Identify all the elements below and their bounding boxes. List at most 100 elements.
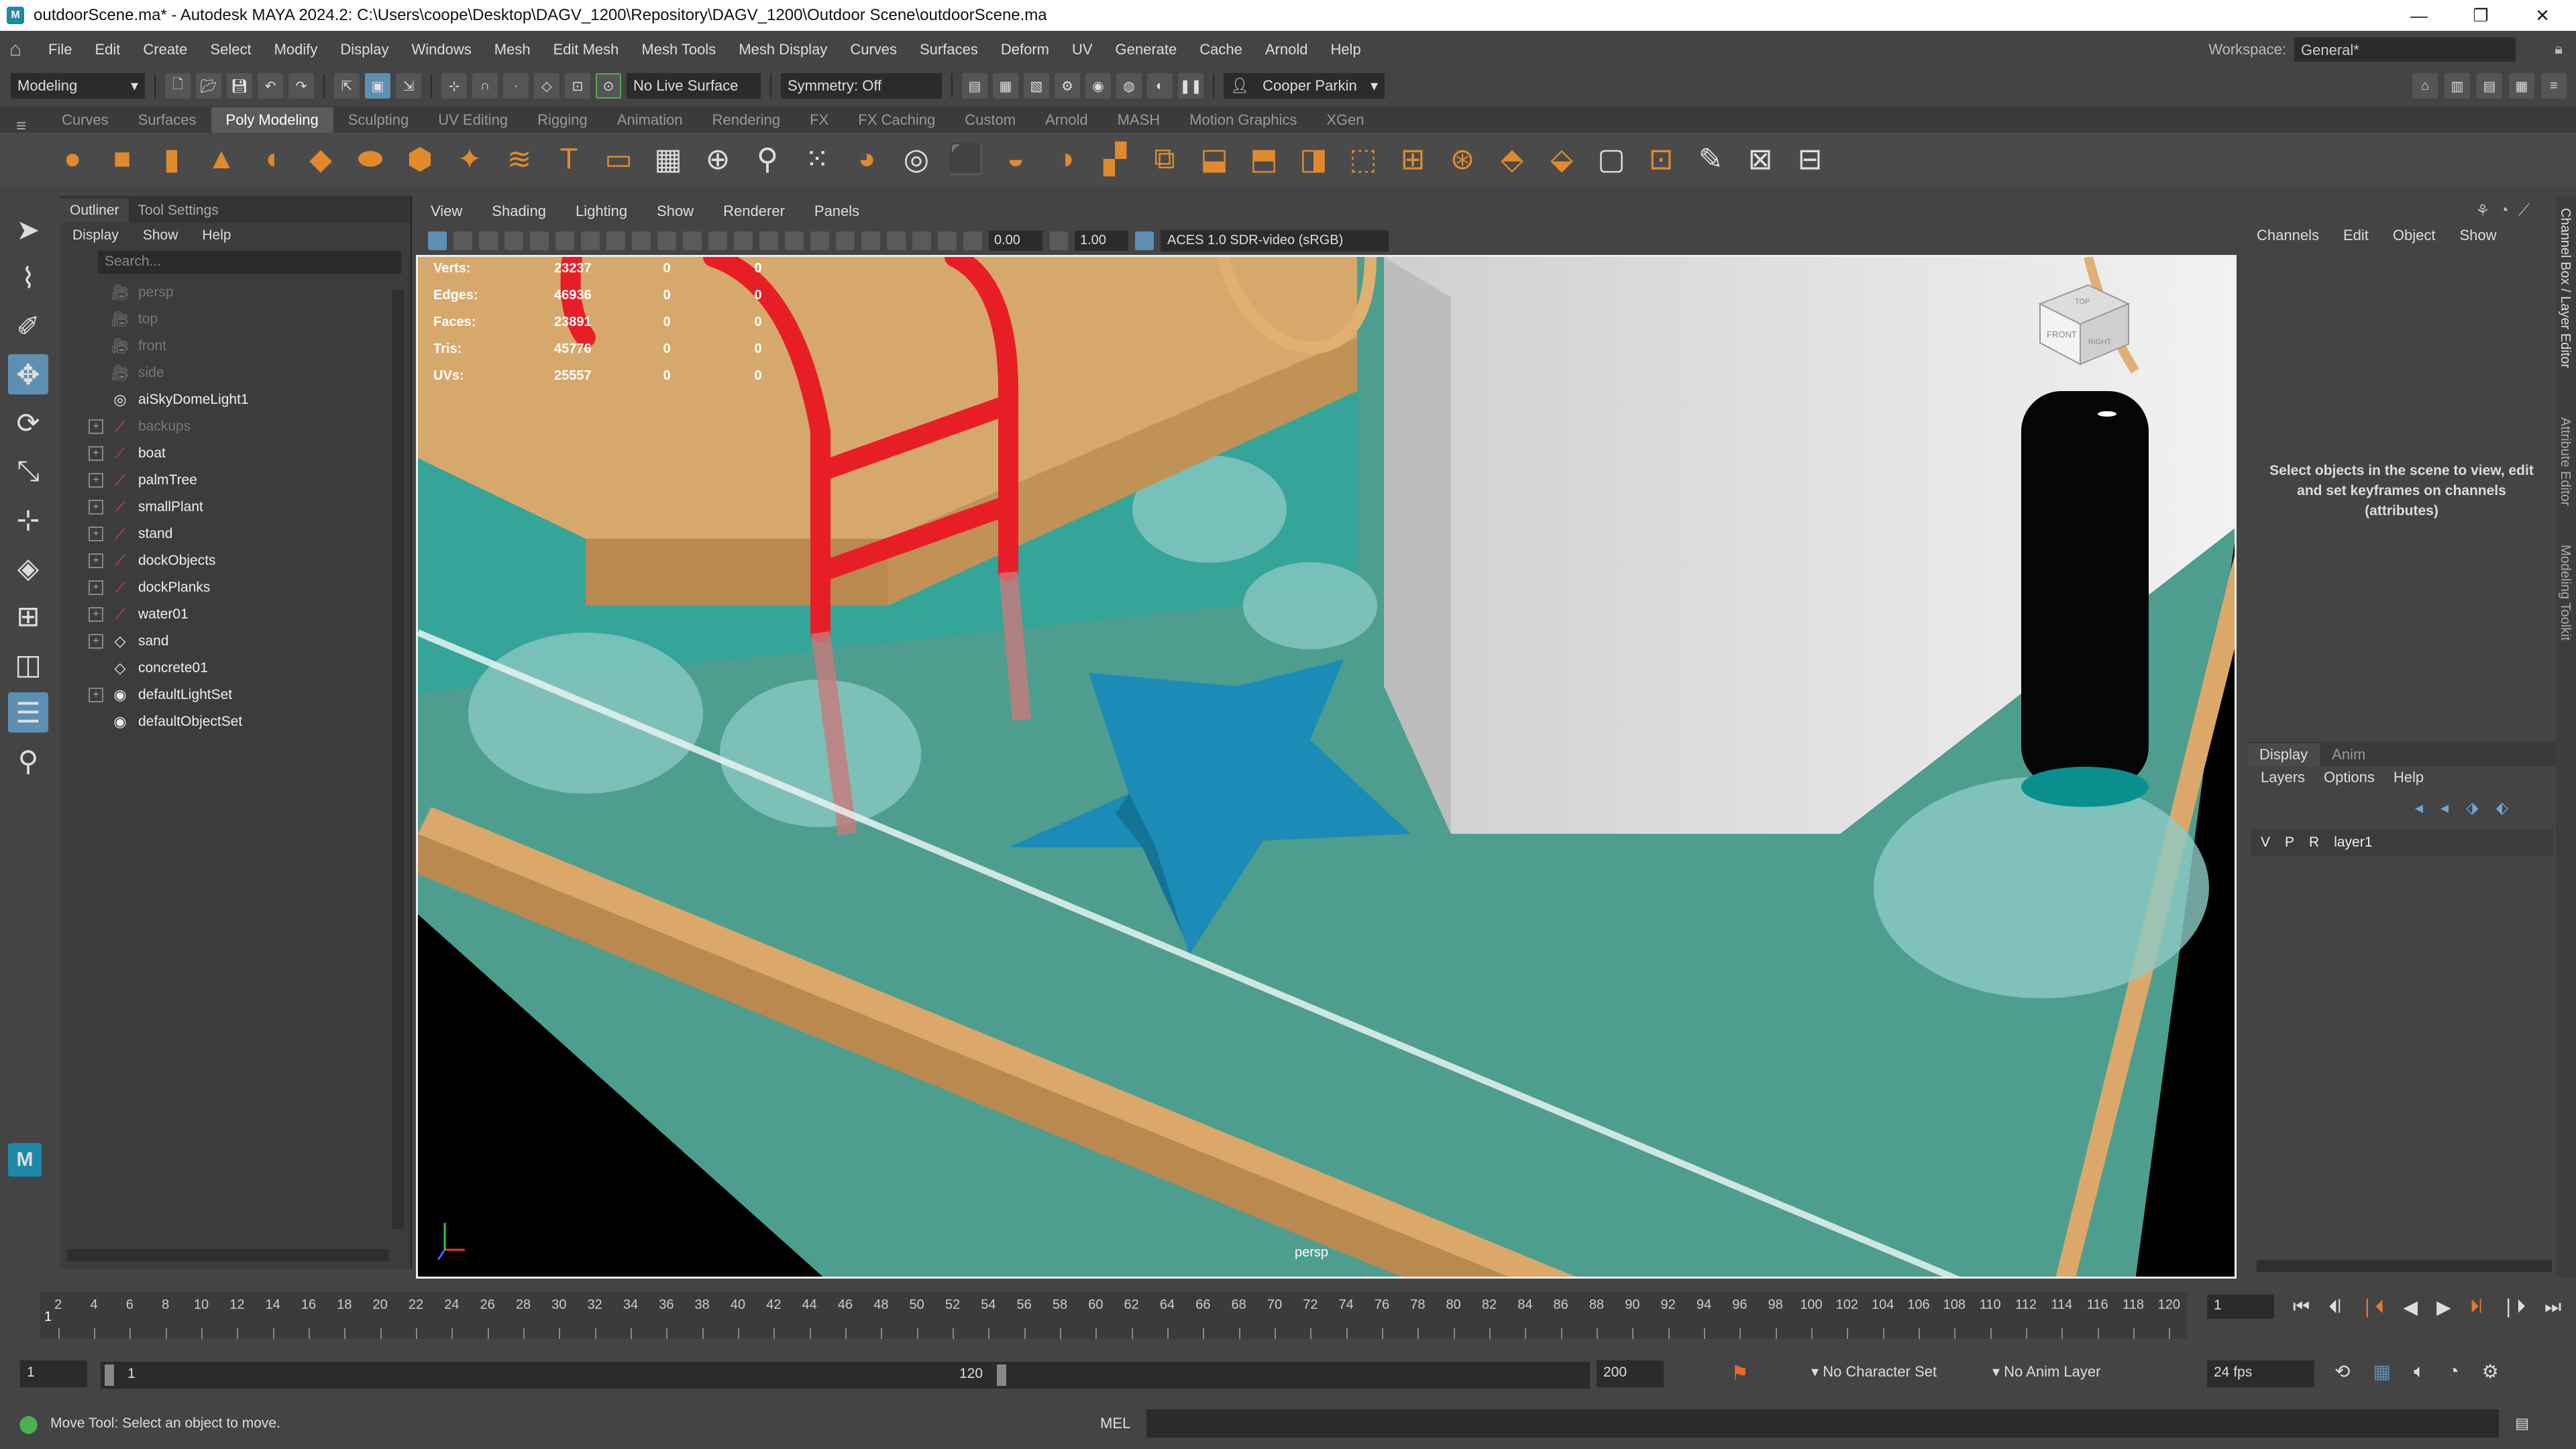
perspective-viewport[interactable]: FRONT RIGHT TOP <box>416 255 2237 1279</box>
shelf-tab-fx-caching[interactable]: FX Caching <box>843 107 950 133</box>
shelf-tab-motion-graphics[interactable]: Motion Graphics <box>1175 107 1311 133</box>
poly-type-icon[interactable]: T <box>550 140 588 178</box>
close-button[interactable]: ✕ <box>2516 0 2569 31</box>
redo-icon[interactable]: ↷ <box>288 73 314 99</box>
character-set-dropdown[interactable]: ▾ No Character Set <box>1811 1363 1937 1381</box>
play-backward-icon[interactable]: ◀ <box>2404 1296 2418 1318</box>
insert-edge-loop-icon[interactable]: ▢ <box>1593 140 1630 178</box>
exposure-field[interactable]: 0.00 <box>989 231 1042 251</box>
scale-tool-icon[interactable]: ⤡ <box>8 451 48 491</box>
viewport-menu-view[interactable]: View <box>431 203 462 220</box>
animation-prefs-icon[interactable]: ◔ <box>2448 1360 2459 1383</box>
user-account-dropdown[interactable]: 👤︎ Cooper Parkin ▾ <box>1224 73 1385 99</box>
go-to-end-icon[interactable]: ⏭ <box>2544 1296 2561 1318</box>
tool-settings-icon[interactable]: ▤ <box>2477 73 2502 99</box>
layer-reference-toggle[interactable]: R <box>2309 835 2319 851</box>
bookmark-icon[interactable] <box>479 231 498 250</box>
film-gate-icon[interactable] <box>555 231 574 250</box>
collapse-icon[interactable]: ⬙ <box>1543 140 1580 178</box>
move-tool-icon[interactable]: ✥ <box>8 354 48 394</box>
uv-unfold-icon[interactable]: ⊟ <box>1791 140 1829 178</box>
append-icon[interactable]: ◨ <box>1295 140 1332 178</box>
snap-point-icon[interactable]: ∙ <box>503 73 529 99</box>
poly-disc-icon[interactable]: ⬬ <box>352 140 389 178</box>
poly-count-icon[interactable]: ▦ <box>649 140 687 178</box>
xray-icon[interactable] <box>912 231 931 250</box>
viewport-menu-panels[interactable]: Panels <box>814 203 859 220</box>
layer-row[interactable]: V P R layer1 <box>2251 829 2553 856</box>
step-forward-frame-icon[interactable]: ⏵❘ <box>2470 1296 2482 1318</box>
menu-select[interactable]: Select <box>210 41 251 58</box>
menu-modify[interactable]: Modify <box>274 41 318 58</box>
poly-sphere-icon[interactable]: ● <box>54 140 91 178</box>
outliner-item[interactable]: ◇ concrete01 <box>89 655 411 682</box>
color-space-dropdown[interactable]: ACES 1.0 SDR-video (sRGB) <box>1161 230 1389 252</box>
outliner-item[interactable]: + ◇ sand <box>89 628 411 655</box>
last-tool-icon[interactable]: ⊹ <box>8 499 48 539</box>
maximize-button[interactable]: ❐ <box>2454 0 2508 31</box>
menu-deform[interactable]: Deform <box>1001 41 1049 58</box>
isolate-select-icon[interactable] <box>887 231 906 250</box>
field-chart-icon[interactable] <box>632 231 651 250</box>
rotate-tool-icon[interactable]: ⟳ <box>8 402 48 443</box>
menu-mesh[interactable]: Mesh <box>494 41 531 58</box>
menu-cache[interactable]: Cache <box>1199 41 1242 58</box>
menu-display[interactable]: Display <box>340 41 388 58</box>
arnold-ipr-icon[interactable]: ◐ <box>1147 73 1173 99</box>
gate-mask-icon[interactable] <box>606 231 625 250</box>
center-pivot-icon[interactable]: ⊕ <box>699 140 737 178</box>
extract-icon[interactable]: ◑ <box>1046 140 1084 178</box>
attribute-editor-icon[interactable]: ▥ <box>2445 73 2470 99</box>
layer-visibility-toggle[interactable]: V <box>2261 835 2270 851</box>
viewport-menu-lighting[interactable]: Lighting <box>576 203 627 220</box>
menu-curves[interactable]: Curves <box>850 41 897 58</box>
shelf-tab-arnold[interactable]: Arnold <box>1030 107 1103 133</box>
paint-select-tool-icon[interactable]: ✐ <box>8 306 48 346</box>
smooth-icon[interactable]: ⬛ <box>947 140 985 178</box>
menu-help[interactable]: Help <box>1330 41 1360 58</box>
shelf-tab-rigging[interactable]: Rigging <box>523 107 602 133</box>
mirror-icon[interactable]: ▞ <box>1096 140 1134 178</box>
script-editor-icon[interactable]: ▤ <box>2515 1415 2529 1432</box>
reset-transforms-icon[interactable]: ⁙ <box>798 140 836 178</box>
bridge-icon[interactable]: ⧉ <box>1146 140 1183 178</box>
merge-icon[interactable]: ⬘ <box>1493 140 1531 178</box>
expand-icon[interactable]: + <box>89 527 103 541</box>
tab-modeling-toolkit[interactable]: Modeling Toolkit <box>2557 545 2573 641</box>
boolean-icon[interactable]: ◒ <box>997 140 1034 178</box>
textured-icon[interactable] <box>734 231 753 250</box>
menu-edit-mesh[interactable]: Edit Mesh <box>553 41 619 58</box>
outliner-item[interactable]: + ⟋ dockObjects <box>89 547 411 574</box>
outliner-item[interactable]: + ⟋ backups <box>89 413 411 440</box>
shelf-tab-fx[interactable]: FX <box>795 107 843 133</box>
shelf-tab-mash[interactable]: MASH <box>1103 107 1175 133</box>
outliner-item[interactable]: + ⟋ stand <box>89 521 411 547</box>
outliner-search-input[interactable]: Search... <box>98 251 401 274</box>
workspace-dropdown[interactable]: General* <box>2294 38 2516 62</box>
save-scene-icon[interactable]: 💾︎ <box>227 73 252 99</box>
select-object-icon[interactable]: ▣ <box>365 73 390 99</box>
minimize-button[interactable]: — <box>2392 0 2446 31</box>
expand-icon[interactable]: + <box>89 580 103 595</box>
go-to-start-icon[interactable]: ⏮ <box>2293 1296 2310 1318</box>
lock-icon[interactable]: 🔒︎ <box>2555 40 2563 58</box>
render-settings-icon[interactable]: ⚙ <box>1055 73 1080 99</box>
resolution-gate-icon[interactable] <box>581 231 600 250</box>
shelf-tab-xgen[interactable]: XGen <box>1311 107 1379 133</box>
expand-icon[interactable]: + <box>89 634 103 649</box>
expand-icon[interactable]: + <box>89 473 103 488</box>
pause-icon[interactable]: ❚❚ <box>1178 73 1203 99</box>
camera-attributes-icon[interactable] <box>428 231 447 250</box>
command-language-toggle[interactable]: MEL <box>1100 1415 1130 1432</box>
viewport-menu-renderer[interactable]: Renderer <box>723 203 785 220</box>
step-forward-key-icon[interactable]: ❘⏵ <box>2501 1295 2526 1318</box>
play-forward-icon[interactable]: ▶ <box>2436 1296 2451 1318</box>
outliner-toggle-icon[interactable]: ≡ <box>2541 73 2567 99</box>
new-scene-icon[interactable]: 🗋︎ <box>165 73 191 99</box>
new-layer-icon[interactable]: ⬖ <box>2496 798 2508 818</box>
color-management-icon[interactable] <box>1135 231 1154 250</box>
fps-dropdown[interactable]: 24 fps <box>2207 1360 2314 1387</box>
menu-surfaces[interactable]: Surfaces <box>920 41 978 58</box>
quad-draw-icon[interactable]: ✎ <box>1692 140 1729 178</box>
two-pane-layout-icon[interactable]: ◫ <box>8 644 48 684</box>
